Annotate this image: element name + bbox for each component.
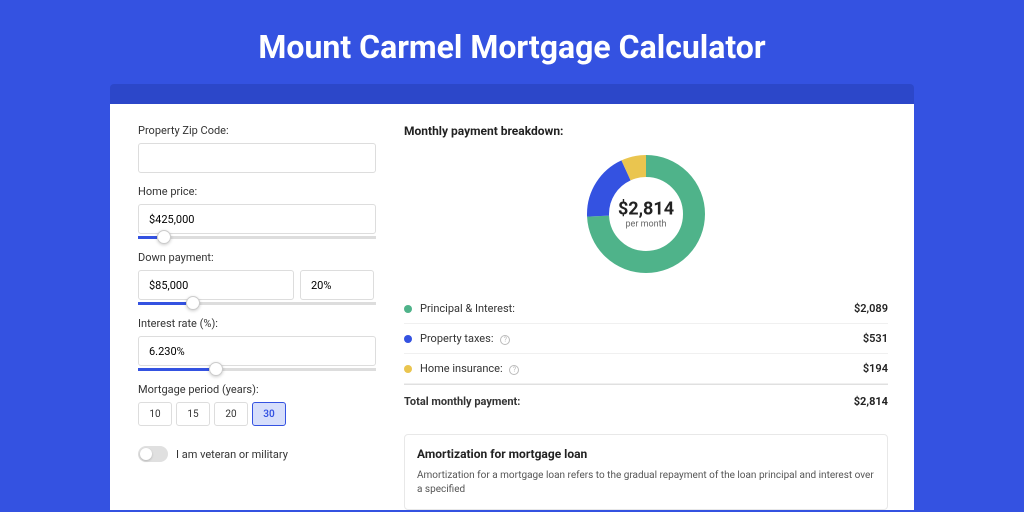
legend-label-ins-text: Home insurance: — [420, 362, 503, 375]
legend-val-tax: $531 — [863, 332, 888, 345]
breakdown-column: Monthly payment breakdown: $2,814 per mo… — [378, 104, 914, 510]
amortization-box: Amortization for mortgage loan Amortizat… — [404, 434, 888, 510]
veteran-toggle-knob — [140, 448, 152, 460]
form-column: Property Zip Code: Home price: Down paym… — [110, 104, 378, 510]
veteran-row: I am veteran or military — [138, 446, 378, 462]
veteran-label: I am veteran or military — [176, 448, 288, 461]
legend-label-tax-text: Property taxes: — [420, 332, 493, 345]
donut-center: $2,814 per month — [618, 199, 674, 230]
period-btn-10[interactable]: 10 — [138, 402, 172, 426]
down-amount-input[interactable] — [138, 270, 294, 300]
dot-green-icon — [404, 305, 412, 313]
price-slider-fill — [138, 236, 157, 239]
down-slider-fill — [138, 302, 186, 305]
donut-chart: $2,814 per month — [586, 154, 706, 274]
rate-field-group: Interest rate (%): — [138, 317, 378, 371]
legend-val-pi: $2,089 — [854, 302, 888, 315]
veteran-toggle[interactable] — [138, 446, 168, 462]
price-input[interactable] — [138, 204, 376, 234]
legend-label-tax: Property taxes: ? — [420, 332, 863, 345]
zip-input[interactable] — [138, 143, 376, 173]
rate-slider[interactable] — [138, 368, 376, 371]
info-icon[interactable]: ? — [500, 335, 510, 345]
amortization-text: Amortization for a mortgage loan refers … — [417, 469, 875, 497]
total-label: Total monthly payment: — [404, 395, 854, 408]
rate-slider-fill — [138, 368, 209, 371]
period-label: Mortgage period (years): — [138, 383, 378, 396]
price-slider-thumb[interactable] — [157, 230, 171, 244]
info-icon[interactable]: ? — [509, 365, 519, 375]
zip-field-group: Property Zip Code: — [138, 124, 378, 173]
rate-label: Interest rate (%): — [138, 317, 378, 330]
price-label: Home price: — [138, 185, 378, 198]
period-options: 10 15 20 30 — [138, 402, 378, 426]
total-row: Total monthly payment: $2,814 — [404, 384, 888, 418]
donut-amount: $2,814 — [618, 199, 674, 220]
card-shadow: Property Zip Code: Home price: Down paym… — [110, 84, 914, 510]
period-btn-30[interactable]: 30 — [252, 402, 286, 426]
legend-label-pi: Principal & Interest: — [420, 302, 854, 315]
page-title: Mount Carmel Mortgage Calculator — [0, 0, 1024, 84]
legend-row-tax: Property taxes: ? $531 — [404, 324, 888, 354]
zip-label: Property Zip Code: — [138, 124, 378, 137]
donut-chart-wrap: $2,814 per month — [404, 154, 888, 274]
legend-row-ins: Home insurance: ? $194 — [404, 354, 888, 384]
down-slider[interactable] — [138, 302, 376, 305]
period-field-group: Mortgage period (years): 10 15 20 30 — [138, 383, 378, 426]
calculator-card: Property Zip Code: Home price: Down paym… — [110, 104, 914, 510]
down-label: Down payment: — [138, 251, 378, 264]
amortization-title: Amortization for mortgage loan — [417, 447, 875, 461]
down-pct-input[interactable] — [300, 270, 374, 300]
donut-sub: per month — [618, 220, 674, 230]
breakdown-title: Monthly payment breakdown: — [404, 124, 888, 138]
down-field-group: Down payment: — [138, 251, 378, 305]
total-value: $2,814 — [854, 395, 888, 408]
legend-row-pi: Principal & Interest: $2,089 — [404, 294, 888, 324]
price-slider[interactable] — [138, 236, 376, 239]
down-slider-thumb[interactable] — [186, 296, 200, 310]
price-field-group: Home price: — [138, 185, 378, 239]
dot-blue-icon — [404, 335, 412, 343]
legend-label-ins: Home insurance: ? — [420, 362, 863, 375]
dot-yellow-icon — [404, 365, 412, 373]
rate-slider-thumb[interactable] — [209, 362, 223, 376]
period-btn-20[interactable]: 20 — [214, 402, 248, 426]
period-btn-15[interactable]: 15 — [176, 402, 210, 426]
rate-input[interactable] — [138, 336, 376, 366]
legend-val-ins: $194 — [863, 362, 888, 375]
